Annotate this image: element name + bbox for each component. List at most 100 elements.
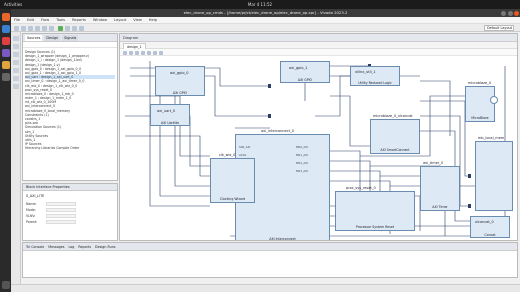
ip-block-util[interactable]: xilinx_util_1 Utility Reduced Logic: [350, 66, 400, 86]
save-icon[interactable]: [21, 25, 26, 31]
tree-item[interactable]: Hierarchy Libraries Compile Order: [25, 146, 115, 150]
zoom-in-icon[interactable]: [123, 50, 127, 55]
nav-project-icon[interactable]: [13, 36, 19, 41]
terminal-icon[interactable]: [1, 73, 10, 81]
properties-title: Block Interface Properties: [23, 184, 117, 191]
undo-icon[interactable]: [28, 25, 33, 31]
block-subtitle: AXI GPIO: [297, 78, 313, 82]
sum-icon[interactable]: [72, 25, 77, 31]
ip-block-uart[interactable]: axi_uart_0 AXI Uartlite: [150, 104, 190, 126]
minimize-icon[interactable]: [501, 10, 506, 16]
open-icon[interactable]: [14, 25, 19, 31]
nav-impl-icon[interactable]: [13, 76, 19, 81]
regenerate-icon[interactable]: [159, 50, 163, 55]
block-title: mb_local_mem: [478, 136, 505, 140]
nav-synth-icon[interactable]: [13, 68, 19, 73]
property-row: Name:: [26, 202, 76, 206]
help-icon[interactable]: [1, 49, 10, 57]
tab-tcl-console[interactable]: Tcl Console: [26, 245, 44, 249]
block-subtitle: Processor System Reset: [355, 225, 395, 229]
dock: [0, 9, 11, 292]
menu-layout[interactable]: Layout: [114, 18, 126, 22]
property-value[interactable]: [46, 220, 76, 224]
nav-program-icon[interactable]: [13, 84, 19, 89]
run-icon[interactable]: [58, 25, 63, 31]
firefox-icon[interactable]: [1, 13, 10, 21]
select-icon[interactable]: [141, 50, 145, 55]
tab-messages[interactable]: Messages: [48, 245, 64, 249]
ip-block-timer[interactable]: axi_timer_0 AXI Timer: [420, 161, 460, 211]
block-design-canvas[interactable]: axi_gpio_0 AXI GPIO axi_gpio_1 AXI GPIO …: [120, 56, 517, 240]
zoom-out-icon[interactable]: [129, 50, 133, 55]
window-title: elec_drone_op_cmds - [/home/prjct/elec_d…: [183, 10, 348, 15]
menu-window[interactable]: Window: [93, 18, 107, 22]
activities-button[interactable]: Activities: [4, 2, 22, 7]
sources-panel: Sources Design Signals Design Sources (1…: [22, 33, 118, 181]
maximize-icon[interactable]: [508, 10, 513, 16]
property-row: Parent:: [26, 220, 76, 224]
block-title: clk_wiz_0: [219, 153, 236, 157]
menu-file[interactable]: File: [14, 18, 20, 22]
zoom-fit-icon[interactable]: [135, 50, 139, 55]
validate-icon[interactable]: [153, 50, 157, 55]
block-title: proc_sys_reset_0: [346, 186, 376, 190]
menu-view[interactable]: View: [133, 18, 142, 22]
block-title: axi_interconnect_0: [261, 129, 294, 133]
add-ip-icon[interactable]: [147, 50, 151, 55]
ip-block-smartconnect[interactable]: microblaze_0_xlconcat AXI SmartConnect: [370, 114, 420, 154]
vivado-window: elec_drone_op_cmds - [/home/prjct/elec_d…: [11, 9, 520, 292]
ip-block-gpio1[interactable]: axi_gpio_1 AXI GPIO: [280, 61, 330, 83]
close-icon[interactable]: [514, 10, 519, 16]
ip-block-reset[interactable]: proc_sys_reset_0 Processor System Reset: [335, 186, 415, 231]
vivado-icon[interactable]: [1, 61, 10, 69]
menu-tools[interactable]: Tools: [56, 18, 65, 22]
block-subtitle: Clocking Wizard: [219, 197, 246, 201]
property-row: VLNV:: [26, 214, 76, 218]
redo-icon[interactable]: [35, 25, 40, 31]
tab-design-runs[interactable]: Design Runs: [95, 245, 115, 249]
apps-grid-icon[interactable]: [1, 281, 10, 289]
port-label: M00_AXI: [296, 145, 309, 149]
property-value[interactable]: [46, 208, 76, 212]
menu-edit[interactable]: Edit: [27, 18, 34, 22]
port-label: M02_AXI: [296, 161, 309, 165]
property-label: VLNV:: [26, 214, 36, 218]
ip-block-clk-wiz[interactable]: clk_wiz_0 Clocking Wizard: [210, 153, 255, 203]
tab-log[interactable]: Log: [69, 245, 75, 249]
layout-dropdown[interactable]: Default Layout: [484, 25, 514, 31]
block-subtitle: AXI Interconnect: [269, 237, 296, 241]
ip-block-local-mem[interactable]: mb_local_mem: [475, 136, 513, 211]
block-subtitle: AXI SmartConnect: [380, 148, 410, 152]
software-icon[interactable]: [1, 37, 10, 45]
console-panel: Tcl Console Messages Log Reports Design …: [22, 242, 518, 278]
nav-sim-icon[interactable]: [13, 52, 19, 57]
files-icon[interactable]: [1, 25, 10, 33]
diagram-tabs: design_1: [120, 42, 517, 49]
interrupt-icon: [490, 96, 498, 104]
settings-icon[interactable]: [65, 25, 70, 31]
property-value[interactable]: [46, 202, 76, 206]
menu-flow[interactable]: Flow: [41, 18, 49, 22]
block-title: axi_gpio_0: [170, 71, 189, 75]
nav-ip-icon[interactable]: [13, 44, 19, 49]
block-subtitle: AXI Timer: [432, 205, 448, 209]
clock[interactable]: Mar 4 11:52: [225, 2, 295, 7]
copy-icon[interactable]: [42, 25, 47, 31]
ip-block-microblaze[interactable]: microblaze_0 MicroBlaze: [465, 81, 495, 122]
nav-rtl-icon[interactable]: [13, 60, 19, 65]
menu-help[interactable]: Help: [149, 18, 157, 22]
properties-object-name: S_AXI_LITE: [26, 194, 45, 198]
block-subtitle: AXI GPIO: [172, 91, 188, 95]
delete-icon[interactable]: [49, 25, 54, 31]
menu-reports[interactable]: Reports: [72, 18, 86, 22]
tab-design[interactable]: Design: [44, 35, 61, 41]
tab-signals[interactable]: Signals: [62, 35, 79, 41]
diagram-header: Diagram: [120, 34, 517, 42]
ip-block-gpio0[interactable]: axi_gpio_0 AXI GPIO: [155, 66, 205, 96]
cancel-icon[interactable]: [79, 25, 84, 31]
property-value[interactable]: [46, 214, 76, 218]
tab-sources[interactable]: Sources: [25, 35, 43, 41]
ip-block-concat[interactable]: xlconcat_0 Concat: [470, 216, 510, 238]
tab-reports[interactable]: Reports: [78, 245, 91, 249]
block-title: axi_uart_0: [157, 109, 176, 113]
